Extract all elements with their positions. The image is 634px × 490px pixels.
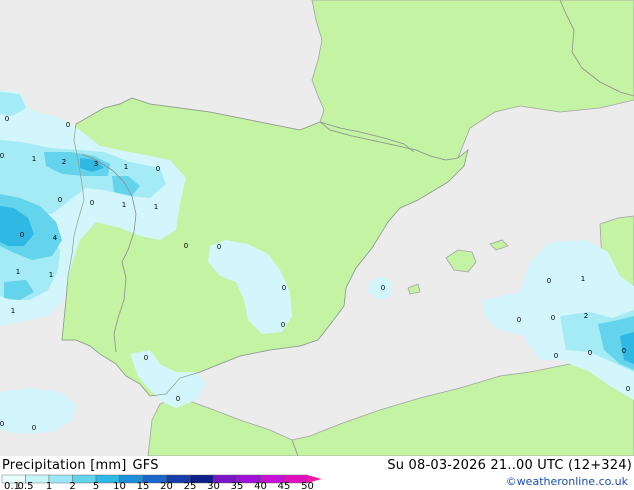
scale-tick-label: 5 (92, 481, 100, 490)
variable-name: Precipitation [mm] (2, 458, 127, 473)
scale-tick-label: 30 (207, 481, 220, 490)
weather-map-frame: 0 0 0 1 2 3 1 0 0 0 1 1 0 4 1 1 1 0 0 0 … (0, 0, 634, 490)
contour-label: 0 (622, 347, 626, 355)
contour-label: 0 (5, 115, 9, 123)
contour-label: 0 (184, 242, 188, 250)
contour-label: 0 (588, 349, 592, 357)
contour-label: 0 (626, 385, 630, 393)
scale-tick-label: 45 (277, 481, 291, 490)
contour-label: 0 (217, 243, 221, 251)
contour-label: 0 (90, 199, 94, 207)
contour-label: 1 (11, 307, 15, 315)
contour-label: 0 (58, 196, 62, 204)
scale-tick-label: 20 (160, 481, 173, 490)
scale-tick-label: 1 (45, 481, 53, 490)
contour-label: 2 (62, 158, 66, 166)
scale-tick-label: 25 (183, 481, 197, 490)
contour-label: 1 (49, 271, 53, 279)
valid-time: Su 08-03-2026 21..00 UTC (12+324) (387, 458, 632, 473)
contour-label: 0 (0, 420, 4, 428)
contour-label: 0 (0, 152, 4, 160)
credit-link[interactable]: ©weatheronline.co.uk (506, 475, 628, 488)
contour-label: 0 (66, 121, 70, 129)
contour-label: 0 (551, 314, 555, 322)
scale-tick-label: 2 (69, 481, 76, 490)
contour-label: 1 (581, 275, 585, 283)
scale-tick-label: 0.5 (17, 481, 34, 490)
legend-title: Precipitation [mm] GFS (2, 458, 165, 473)
contour-label: 0 (176, 395, 180, 403)
contour-label: 0 (517, 316, 521, 324)
scale-tick-label: 50 (301, 481, 314, 490)
scale-tick-label: 40 (254, 481, 267, 490)
contour-label: 0 (156, 165, 160, 173)
model-name: GFS (132, 458, 159, 473)
contour-label: 3 (94, 160, 98, 168)
contour-label: 1 (154, 203, 158, 211)
precipitation-map: 0 0 0 1 2 3 1 0 0 0 1 1 0 4 1 1 1 0 0 0 … (0, 0, 634, 456)
scale-tick-label: 10 (113, 481, 126, 490)
contour-label: 1 (16, 268, 20, 276)
contour-label: 0 (554, 352, 558, 360)
contour-label: 2 (584, 312, 588, 320)
scale-tick-label: 15 (136, 481, 150, 490)
contour-label: 1 (32, 155, 36, 163)
contour-label: 0 (144, 354, 148, 362)
contour-label: 1 (124, 163, 128, 171)
contour-label: 1 (122, 201, 126, 209)
contour-label: 0 (281, 321, 285, 329)
contour-label: 0 (20, 231, 24, 239)
contour-label: 0 (381, 284, 385, 292)
scale-tick-label: 35 (230, 481, 244, 490)
contour-label: 0 (282, 284, 286, 292)
contour-label: 4 (53, 234, 58, 242)
contour-label: 0 (32, 424, 36, 432)
color-scale-labels: 0.1 0.5 1 2 5 10 15 20 25 30 35 40 45 50 (0, 482, 340, 490)
contour-label: 0 (547, 277, 551, 285)
